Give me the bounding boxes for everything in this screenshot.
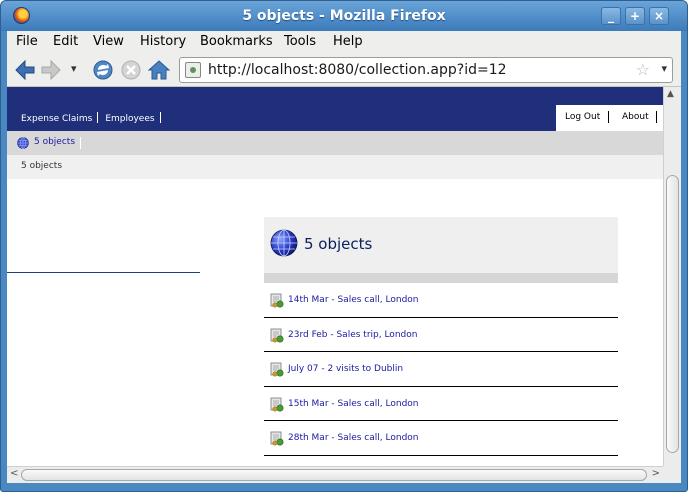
about-link[interactable]: About xyxy=(622,112,649,122)
nav-separator xyxy=(97,112,99,123)
breadcrumb-item[interactable]: 5 objects xyxy=(34,137,75,147)
list-item-link[interactable]: July 07 - 2 visits to Dublin xyxy=(288,364,403,374)
list-item-link[interactable]: 23rd Feb - Sales trip, London xyxy=(288,330,417,340)
bookmark-star-icon[interactable]: ☆ xyxy=(636,60,650,79)
title-bar: 5 objects - Mozilla Firefox _ + × xyxy=(1,1,687,31)
app-nav-bar: Expense Claims Employees Log Out About xyxy=(7,105,663,131)
scroll-right-arrow-icon[interactable]: > xyxy=(652,468,660,479)
scrollbar-corner xyxy=(663,466,681,483)
page-title: 5 objects xyxy=(304,235,373,253)
globe-icon xyxy=(17,137,29,149)
nav-separator xyxy=(608,111,609,123)
vertical-scrollbar[interactable]: ▲ xyxy=(663,87,681,466)
nav-expense-claims[interactable]: Expense Claims xyxy=(21,114,92,124)
menu-bookmarks[interactable]: Bookmarks xyxy=(200,34,273,49)
left-divider xyxy=(7,272,200,273)
url-text[interactable]: http://localhost:8080/collection.app?id=… xyxy=(208,62,507,78)
expense-claim-icon xyxy=(270,431,284,446)
list-item[interactable]: July 07 - 2 visits to Dublin xyxy=(264,352,618,387)
scroll-up-arrow-icon[interactable]: ▲ xyxy=(667,89,674,99)
list-item[interactable]: 23rd Feb - Sales trip, London xyxy=(264,318,618,352)
url-dropdown-icon[interactable]: ▾ xyxy=(661,62,667,75)
menu-view[interactable]: View xyxy=(93,34,124,49)
home-icon[interactable] xyxy=(147,58,171,82)
menu-help[interactable]: Help xyxy=(333,34,363,49)
list-item[interactable]: 15th Mar - Sales call, London xyxy=(264,387,618,421)
collection-panel: 5 objects 14th Mar - Sales call, London xyxy=(264,217,618,456)
collection-header: 5 objects xyxy=(264,217,618,273)
subtitle-bar: 5 objects xyxy=(7,155,663,179)
list-item[interactable]: 14th Mar - Sales call, London xyxy=(264,283,618,318)
nav-separator xyxy=(656,111,657,123)
back-arrow-icon[interactable] xyxy=(13,58,37,82)
list-item[interactable]: 28th Mar - Sales call, London xyxy=(264,421,618,456)
globe-icon xyxy=(270,229,298,257)
app-header-stripe xyxy=(7,87,663,105)
forward-arrow-icon[interactable] xyxy=(39,58,63,82)
subtitle-text: 5 objects xyxy=(21,161,63,171)
history-dropdown-icon[interactable]: ▾ xyxy=(71,62,77,75)
address-bar[interactable]: http://localhost:8080/collection.app?id=… xyxy=(179,57,673,83)
app-nav-left: Expense Claims Employees xyxy=(21,112,168,124)
expense-claim-icon xyxy=(270,293,284,308)
vertical-scroll-thumb[interactable] xyxy=(666,175,679,453)
page-viewport: Expense Claims Employees Log Out About 5 … xyxy=(7,87,663,466)
window-title: 5 objects - Mozilla Firefox xyxy=(242,8,446,24)
collection-header-band xyxy=(264,273,618,283)
list-item-link[interactable]: 14th Mar - Sales call, London xyxy=(288,295,419,305)
menu-edit[interactable]: Edit xyxy=(53,34,78,49)
horizontal-scroll-thumb[interactable] xyxy=(21,469,647,481)
menu-tools[interactable]: Tools xyxy=(284,34,316,49)
expense-claim-icon xyxy=(270,397,284,412)
menu-bar: File Edit View History Bookmarks Tools H… xyxy=(7,31,681,53)
expense-claim-icon xyxy=(270,328,284,343)
menu-file[interactable]: File xyxy=(16,34,38,49)
nav-employees[interactable]: Employees xyxy=(105,114,154,124)
breadcrumb: 5 objects xyxy=(7,131,663,155)
nav-separator xyxy=(159,112,161,123)
site-identity-icon[interactable] xyxy=(185,62,201,78)
stop-icon[interactable] xyxy=(119,58,143,82)
breadcrumb-separator xyxy=(80,137,81,149)
log-out-link[interactable]: Log Out xyxy=(565,112,600,122)
close-button[interactable]: × xyxy=(649,7,669,25)
list-item-link[interactable]: 15th Mar - Sales call, London xyxy=(288,399,419,409)
browser-window: 5 objects - Mozilla Firefox _ + × File E… xyxy=(0,0,688,492)
list-item-link[interactable]: 28th Mar - Sales call, London xyxy=(288,433,419,443)
minimize-button[interactable]: _ xyxy=(601,7,621,25)
navigation-toolbar: ▾ http://localhost:8080/collection.app?i… xyxy=(7,53,681,87)
scroll-left-arrow-icon[interactable]: < xyxy=(10,468,18,479)
reload-icon[interactable] xyxy=(91,58,115,82)
menu-history[interactable]: History xyxy=(140,34,186,49)
horizontal-scrollbar[interactable]: < > xyxy=(7,466,663,483)
maximize-button[interactable]: + xyxy=(625,7,645,25)
app-nav-right: Log Out About xyxy=(555,105,663,131)
expense-claim-icon xyxy=(270,362,284,377)
